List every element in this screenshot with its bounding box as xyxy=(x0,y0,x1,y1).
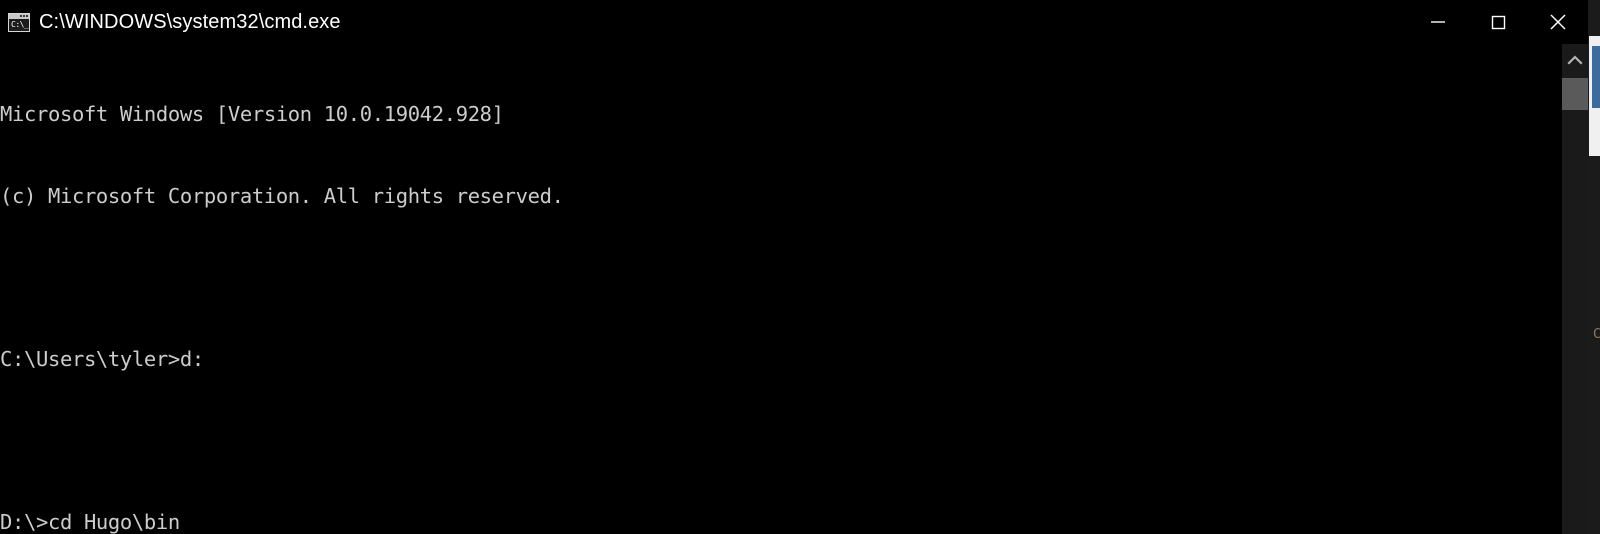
minimize-icon xyxy=(1431,21,1445,23)
console-line: (c) Microsoft Corporation. All rights re… xyxy=(0,184,564,208)
background-window-glyph: C xyxy=(1593,328,1600,342)
cmd-window: C C:\_ C:\WINDOWS\system32\cmd.exe Micro… xyxy=(0,0,1600,534)
scroll-up-button[interactable] xyxy=(1562,44,1588,76)
console-lines: Microsoft Windows [Version 10.0.19042.92… xyxy=(0,47,1031,534)
chevron-up-icon xyxy=(1567,55,1583,65)
console-output-area[interactable]: Microsoft Windows [Version 10.0.19042.92… xyxy=(0,44,1567,534)
close-icon xyxy=(1550,14,1566,30)
window-title: C:\WINDOWS\system32\cmd.exe xyxy=(39,11,341,33)
scrollbar-thumb[interactable] xyxy=(1562,78,1588,110)
console-line: Microsoft Windows [Version 10.0.19042.92… xyxy=(0,102,504,127)
console-line: D:\>cd Hugo\bin xyxy=(0,510,180,534)
close-button[interactable] xyxy=(1528,0,1588,44)
cmd-console-icon: C:\_ xyxy=(8,12,30,32)
cmd-icon-titlebar xyxy=(9,13,29,19)
cmd-icon-prompt-text: C:\_ xyxy=(11,19,29,29)
window-controls xyxy=(1408,0,1588,44)
console-scrollbar[interactable] xyxy=(1562,44,1588,534)
maximize-button[interactable] xyxy=(1468,0,1528,44)
console-line: C:\Users\tyler>d: xyxy=(0,347,204,372)
minimize-button[interactable] xyxy=(1408,0,1468,44)
background-window-sliver: C xyxy=(1588,0,1600,534)
title-bar[interactable]: C:\_ C:\WINDOWS\system32\cmd.exe xyxy=(0,0,1588,44)
background-window-scrollbar-thumb xyxy=(1592,46,1600,108)
maximize-icon xyxy=(1491,15,1506,30)
